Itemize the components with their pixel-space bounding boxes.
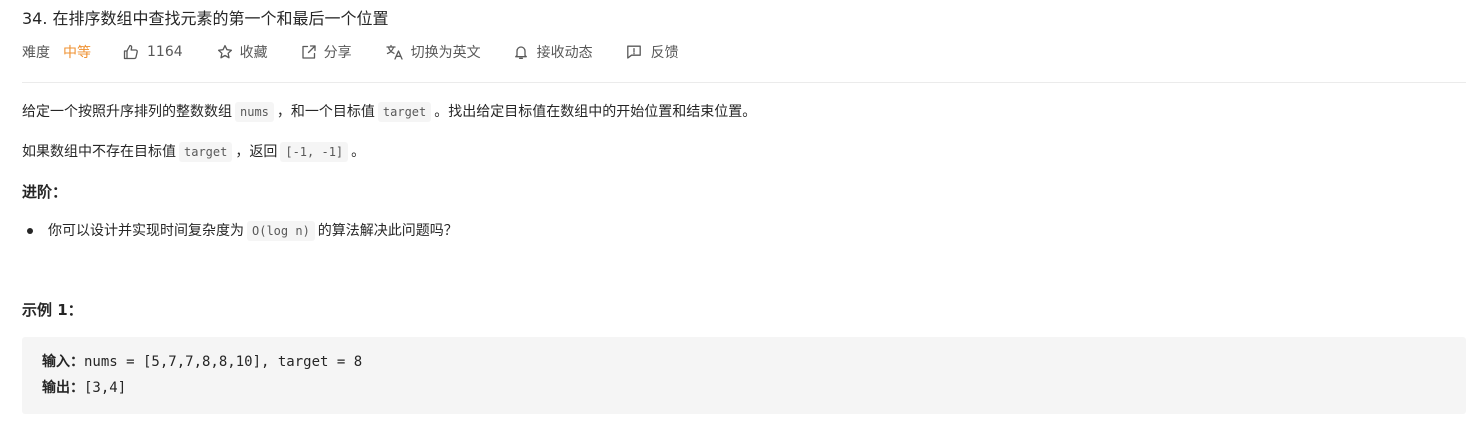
- inline-code-return: [-1, -1]: [280, 142, 349, 162]
- feedback-label: 反馈: [650, 45, 679, 61]
- example-input-value: nums = [5,7,7,8,8,10], target = 8: [84, 354, 363, 370]
- feedback-icon: [626, 44, 651, 60]
- favorite-label: 收藏: [239, 45, 268, 61]
- inline-code-target: target: [179, 142, 233, 162]
- problem-title: 34. 在排序数组中查找元素的第一个和最后一个位置: [22, 9, 389, 28]
- bullet-icon: [27, 228, 33, 234]
- example-heading: 示例 1：: [22, 301, 83, 319]
- likes-count: 1164: [147, 44, 183, 60]
- inline-code-target: target: [377, 102, 432, 122]
- example-input-label: 输入：: [42, 354, 84, 370]
- bell-icon: [514, 44, 537, 60]
- difficulty-label: 难度: [22, 45, 50, 61]
- inline-code-nums: nums: [235, 102, 274, 122]
- text-segment: 。: [351, 144, 366, 160]
- subscribe-label: 接收动态: [536, 45, 593, 61]
- example-input-line: 输入：nums = [5,7,7,8,8,10], target = 8: [42, 351, 362, 373]
- translate-label: 切换为英文: [410, 45, 481, 61]
- translate-button[interactable]: 切换为英文: [385, 42, 481, 62]
- text-segment: 。找出给定目标值在数组中的开始位置和结束位置。: [434, 104, 757, 120]
- problem-meta-bar: 难度 中等 1164 收藏 分享 切换为英文 接收动态 反馈: [22, 41, 679, 63]
- share-icon: [301, 44, 324, 60]
- advanced-heading: 进阶：: [22, 183, 68, 201]
- translate-icon: [385, 44, 411, 60]
- text-segment: ，和一个目标值: [276, 104, 375, 120]
- subscribe-button[interactable]: 接收动态: [514, 42, 593, 62]
- text-segment: 给定一个按照升序排列的整数数组: [22, 104, 232, 120]
- text-segment: 如果数组中不存在目标值: [22, 144, 176, 160]
- description-paragraph-2: 如果数组中不存在目标值 target ，返回 [-1, -1]。: [22, 141, 365, 163]
- header-divider: [22, 82, 1466, 83]
- text-segment: 的算法解决此问题吗？: [317, 223, 458, 239]
- example-code-block: 输入：nums = [5,7,7,8,8,10], target = 8 输出：…: [22, 337, 1466, 414]
- share-label: 分享: [323, 45, 352, 61]
- thumbs-up-icon: [123, 44, 147, 60]
- star-icon: [217, 44, 240, 60]
- text-segment: 你可以设计并实现时间复杂度为: [48, 223, 244, 239]
- list-item: 你可以设计并实现时间复杂度为 O(log n) 的算法解决此问题吗？: [27, 220, 458, 242]
- favorite-button[interactable]: 收藏: [217, 42, 268, 62]
- example-output-value: [3,4]: [84, 380, 127, 396]
- inline-code-complexity: O(log n): [247, 221, 315, 241]
- like-button[interactable]: 1164: [123, 44, 183, 60]
- difficulty-value: 中等: [63, 45, 91, 61]
- feedback-button[interactable]: 反馈: [626, 42, 679, 62]
- description-paragraph-1: 给定一个按照升序排列的整数数组 nums ，和一个目标值 target 。找出给定目标值…: [22, 101, 756, 123]
- example-output-line: 输出：[3,4]: [42, 377, 126, 399]
- text-segment: ，返回: [235, 144, 278, 160]
- example-output-label: 输出：: [42, 380, 84, 396]
- share-button[interactable]: 分享: [301, 42, 352, 62]
